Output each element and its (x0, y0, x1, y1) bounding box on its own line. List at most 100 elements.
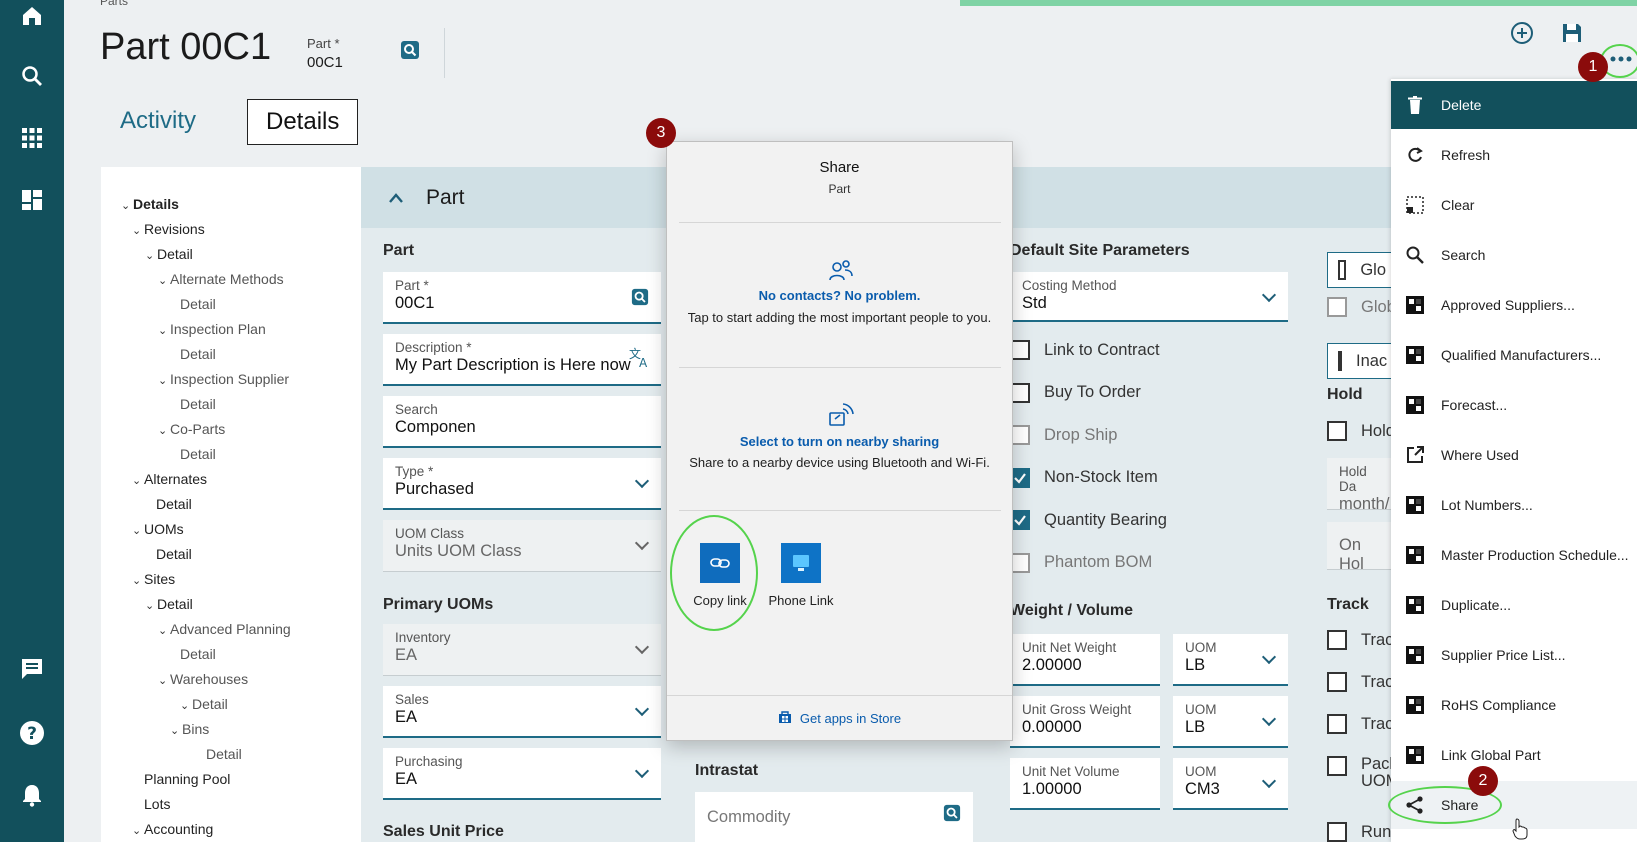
phone-link-icon[interactable] (781, 543, 821, 583)
tree-item[interactable]: ⌄ Revisions (132, 221, 205, 237)
save-icon[interactable] (1559, 20, 1585, 46)
purchasing-uom-select[interactable]: Purchasing EA (383, 748, 661, 800)
menu-item-approved-suppliers[interactable]: Approved Suppliers... (1391, 281, 1637, 329)
tree-item[interactable]: Planning Pool (144, 771, 230, 787)
home-icon[interactable] (16, 0, 48, 32)
checkbox[interactable] (1010, 510, 1030, 530)
site-check-row[interactable]: Non-Stock Item (1010, 467, 1158, 488)
costing-method-select[interactable]: Costing Method Std (1010, 272, 1288, 322)
part-field[interactable]: Part * 00C1 (383, 272, 661, 324)
menu-item-qualified-manufacturers[interactable]: Qualified Manufacturers... (1391, 331, 1637, 379)
tab-details[interactable]: Details (247, 99, 359, 145)
tree-chevron-icon[interactable]: ⌄ (158, 374, 170, 387)
run-check[interactable]: Run (1327, 822, 1391, 842)
apps-grid-icon[interactable] (16, 122, 48, 154)
track-check-1[interactable]: Trac (1327, 630, 1393, 650)
checkbox[interactable] (1327, 421, 1347, 441)
wv-value[interactable]: 1.00000 (1022, 780, 1148, 799)
tree-chevron-icon[interactable]: ⌄ (158, 674, 170, 687)
checkbox[interactable] (1327, 756, 1347, 776)
hold-check[interactable]: Hold (1327, 421, 1395, 441)
checkbox[interactable] (1338, 260, 1347, 280)
menu-item-link-global-part[interactable]: Link Global Part (1391, 731, 1637, 779)
weight-volume-field[interactable]: Unit Net Weight 2.00000 (1010, 634, 1160, 686)
tree-item[interactable]: ⌄ Inspection Supplier (158, 371, 289, 387)
tree-chevron-icon[interactable]: ⌄ (158, 624, 170, 637)
tree-item[interactable]: ⌄ Bins (170, 721, 209, 737)
menu-item-duplicate[interactable]: Duplicate... (1391, 581, 1637, 629)
breadcrumb[interactable]: Parts (100, 0, 128, 8)
uom-select[interactable]: UOM CM3 (1173, 758, 1288, 810)
type-select[interactable]: Type * Purchased (383, 458, 661, 510)
checkbox[interactable] (1327, 822, 1347, 842)
part-lookup-icon[interactable] (631, 288, 649, 311)
checkbox[interactable] (1327, 714, 1347, 734)
tree-item[interactable]: ⌄ Sites (132, 571, 175, 587)
tree-item[interactable]: ⌄ Co-Parts (158, 421, 225, 437)
no-contacts-link[interactable]: No contacts? No problem. (667, 288, 1012, 303)
tree-chevron-icon[interactable]: ⌄ (132, 524, 144, 537)
tree-item[interactable]: ⌄ Detail (145, 246, 193, 262)
pack-check[interactable]: Pack UOM (1327, 756, 1400, 790)
add-icon[interactable] (1509, 20, 1535, 46)
tree-item[interactable]: Detail (180, 296, 216, 312)
collapse-chevron-icon[interactable] (388, 188, 404, 209)
tree-item[interactable]: ⌄ Detail (145, 596, 193, 612)
bell-icon[interactable] (16, 779, 48, 811)
wv-value[interactable]: 2.00000 (1022, 656, 1148, 675)
global-part-check[interactable]: Glo (1327, 252, 1397, 288)
tree-item[interactable]: Detail (180, 446, 216, 462)
search-icon[interactable] (16, 60, 48, 92)
chat-icon[interactable] (16, 653, 48, 685)
wv-value[interactable]: 0.00000 (1022, 718, 1148, 737)
tree-chevron-icon[interactable]: ⌄ (132, 824, 144, 837)
checkbox[interactable] (1338, 351, 1342, 371)
tree-chevron-icon[interactable]: ⌄ (132, 574, 144, 587)
tree-item[interactable]: ⌄ UOMs (132, 521, 184, 537)
tree-chevron-icon[interactable]: ⌄ (158, 324, 170, 337)
tree-chevron-icon[interactable]: ⌄ (158, 424, 170, 437)
description-field-value[interactable]: My Part Description is Here now (395, 356, 649, 375)
type-select-value[interactable]: Purchased (395, 480, 649, 499)
tree-item[interactable]: Detail (180, 346, 216, 362)
tree-chevron-icon[interactable]: ⌄ (145, 249, 157, 262)
menu-item-where-used[interactable]: Where Used (1391, 431, 1637, 479)
nearby-share-icon[interactable] (828, 401, 854, 432)
checkbox[interactable] (1327, 630, 1347, 650)
weight-volume-field[interactable]: Unit Gross Weight 0.00000 (1010, 696, 1160, 748)
menu-item-refresh[interactable]: Refresh (1391, 131, 1637, 179)
tree-item[interactable]: ⌄ Inspection Plan (158, 321, 266, 337)
tree-item[interactable]: ⌄ Detail (180, 696, 228, 712)
commodity-lookup-icon[interactable] (943, 804, 961, 827)
menu-item-rohs-compliance[interactable]: RoHS Compliance (1391, 681, 1637, 729)
tab-activity[interactable]: Activity (102, 99, 214, 145)
purchasing-uom-value[interactable]: EA (395, 770, 649, 789)
translate-icon[interactable]: 文A (629, 346, 651, 373)
checkbox[interactable] (1010, 340, 1030, 360)
tree-item[interactable]: Detail (156, 496, 192, 512)
part-field-value[interactable]: 00C1 (395, 294, 649, 313)
help-icon[interactable]: ? (16, 717, 48, 749)
tree-item[interactable]: ⌄ Details (121, 196, 179, 212)
uom-value[interactable]: LB (1185, 656, 1276, 675)
tree-item[interactable]: ⌄ Accounting (132, 821, 213, 837)
track-check-3[interactable]: Trac (1327, 714, 1393, 734)
tree-item[interactable]: Detail (206, 746, 242, 762)
search-field-value[interactable]: Componen (395, 418, 649, 437)
tree-chevron-icon[interactable]: ⌄ (132, 474, 144, 487)
tree-chevron-icon[interactable]: ⌄ (145, 599, 157, 612)
tree-item[interactable]: ⌄ Warehouses (158, 671, 248, 687)
tree-item[interactable]: Detail (156, 546, 192, 562)
tree-item[interactable]: Lots (144, 796, 170, 812)
menu-item-clear[interactable]: Clear (1391, 181, 1637, 229)
search-field[interactable]: Search Componen (383, 396, 661, 448)
menu-item-supplier-price-list[interactable]: Supplier Price List... (1391, 631, 1637, 679)
checkbox[interactable] (1010, 467, 1030, 488)
tree-item[interactable]: Detail (180, 646, 216, 662)
uom-select[interactable]: UOM LB (1173, 696, 1288, 748)
site-check-row[interactable]: Link to Contract (1010, 340, 1160, 360)
inactive-check[interactable]: Inac (1327, 343, 1397, 379)
tree-chevron-icon[interactable]: ⌄ (132, 224, 144, 237)
checkbox[interactable] (1327, 672, 1347, 692)
sales-uom-value[interactable]: EA (395, 708, 649, 727)
